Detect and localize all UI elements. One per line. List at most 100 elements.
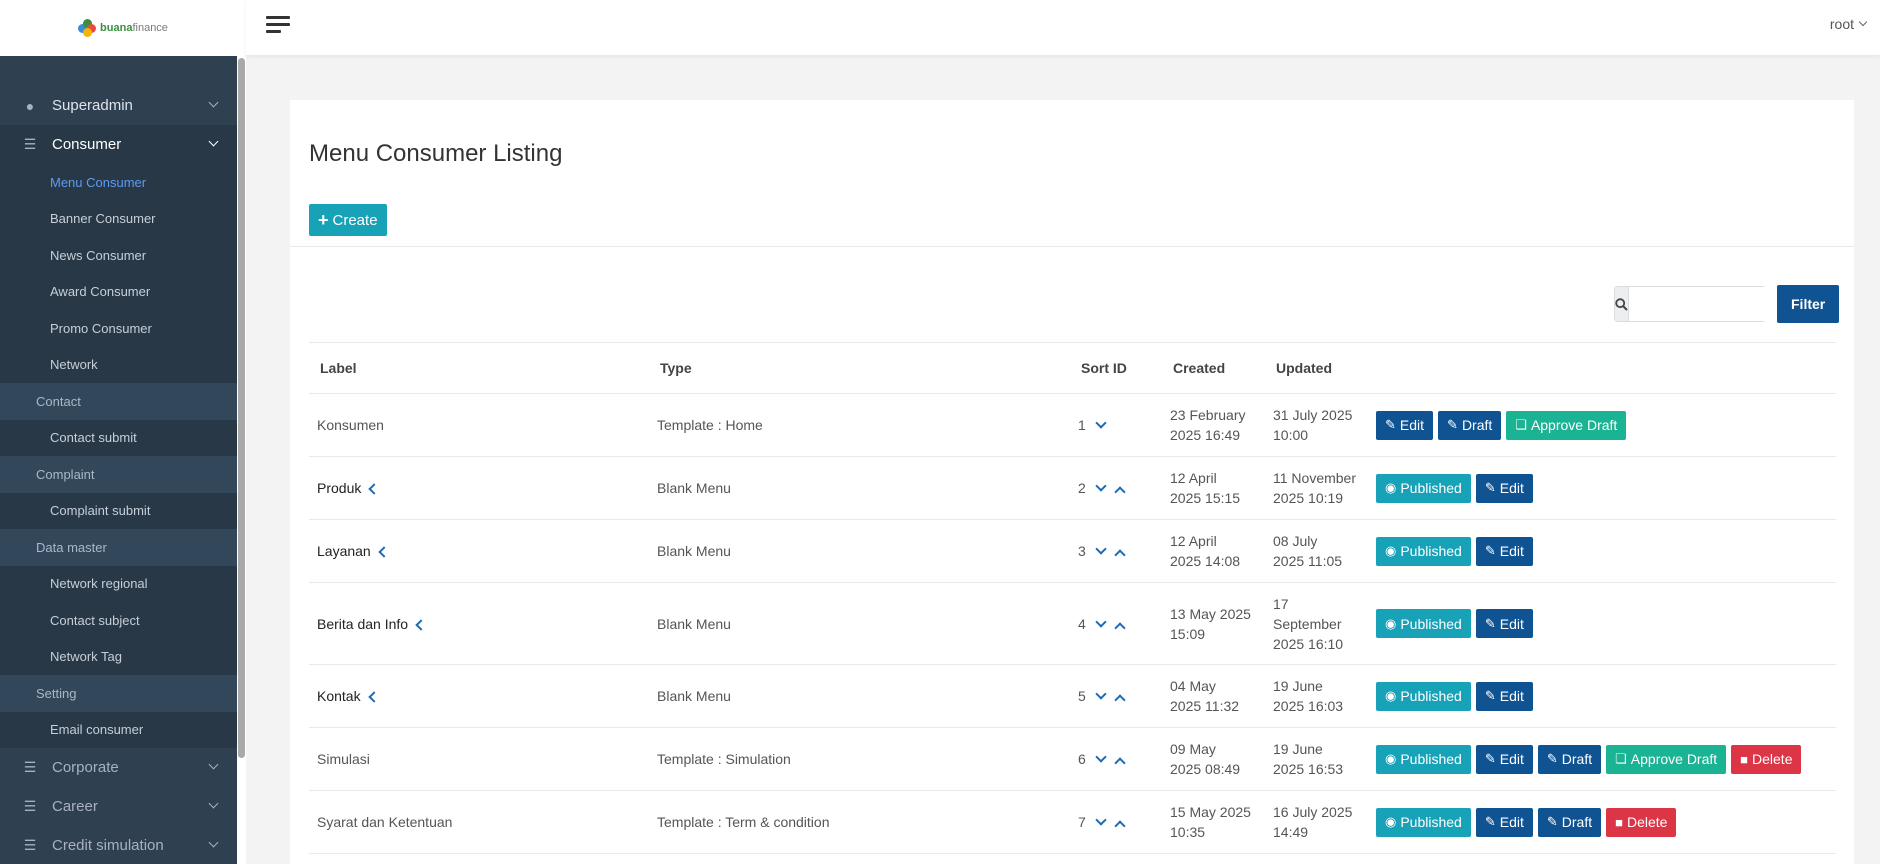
move-down-icon[interactable] bbox=[1095, 543, 1107, 555]
sidebar-item-contact-submit[interactable]: Contact submit bbox=[0, 419, 237, 456]
hamburger-menu-icon[interactable] bbox=[266, 16, 290, 34]
row-label: Berita dan Info bbox=[317, 615, 409, 632]
published-button[interactable]: ◉ Published bbox=[1376, 807, 1471, 837]
filter-button[interactable]: Filter bbox=[1777, 285, 1840, 323]
published-button[interactable]: ◉ Published bbox=[1376, 609, 1471, 638]
sidebar-item-network[interactable]: Network bbox=[0, 346, 237, 383]
sidebar-item-consumer[interactable]: ☰ Consumer bbox=[0, 125, 237, 164]
move-up-icon[interactable] bbox=[1114, 694, 1126, 706]
chevron-down-icon bbox=[208, 136, 219, 147]
sidebar-group-setting[interactable]: Setting bbox=[0, 675, 237, 712]
cell-updated: 19 June 2025 16:53 bbox=[1265, 727, 1368, 791]
cell-actions: ◉ Published ✎ Edit ✎ Draft ■ Delete bbox=[1368, 790, 1836, 854]
move-up-icon[interactable] bbox=[1114, 486, 1126, 498]
updated-time: 2025 10:19 bbox=[1273, 490, 1344, 506]
list-icon: ☰ bbox=[23, 759, 37, 775]
expand-chevron-icon[interactable] bbox=[378, 546, 390, 558]
sidebar-item-contact-subject[interactable]: Contact subject bbox=[0, 602, 237, 639]
user-menu[interactable]: root bbox=[1830, 16, 1868, 32]
edit-icon: ✎ bbox=[1484, 615, 1496, 631]
move-up-icon[interactable] bbox=[1114, 820, 1126, 832]
header-label[interactable]: Label bbox=[309, 342, 649, 394]
edit-button[interactable]: ✎ Edit bbox=[1475, 536, 1533, 566]
sidebar-item-credit-simulation[interactable]: ☰ Credit simulation bbox=[0, 826, 237, 864]
edit-button[interactable]: ✎ Edit bbox=[1475, 609, 1533, 638]
sidebar-item-network-regional[interactable]: Network regional bbox=[0, 565, 237, 602]
edit-button[interactable]: ✎ Edit bbox=[1376, 410, 1434, 440]
header-created[interactable]: Created bbox=[1162, 342, 1265, 394]
scrollbar-thumb[interactable] bbox=[238, 58, 245, 758]
content-card: Menu Consumer Listing + Create Filter La… bbox=[290, 100, 1854, 864]
sidebar-group-contact[interactable]: Contact bbox=[0, 383, 237, 420]
updated-date: 17 bbox=[1273, 595, 1289, 612]
sort-id: 4 bbox=[1078, 615, 1086, 632]
create-button[interactable]: + Create bbox=[309, 204, 387, 236]
draft-label: Draft bbox=[1561, 751, 1593, 767]
move-down-icon[interactable] bbox=[1095, 688, 1107, 700]
cell-created: 15 May 2025 10:35 bbox=[1162, 790, 1265, 854]
toggle-icon: ◉ bbox=[1385, 543, 1397, 558]
published-label: Published bbox=[1400, 615, 1462, 632]
expand-chevron-icon[interactable] bbox=[368, 483, 381, 495]
list-icon: ☰ bbox=[23, 798, 37, 814]
updated-date: 11 November bbox=[1273, 470, 1357, 486]
cell-sort: 3 bbox=[1070, 519, 1162, 583]
sidebar-scrollbar[interactable] bbox=[237, 56, 246, 864]
published-button[interactable]: ◉ Published bbox=[1376, 681, 1471, 711]
edit-button[interactable]: ✎ Edit bbox=[1475, 744, 1533, 774]
edit-button[interactable]: ✎ Edit bbox=[1475, 473, 1533, 503]
move-up-icon[interactable] bbox=[1114, 621, 1126, 634]
move-down-icon[interactable] bbox=[1095, 814, 1107, 826]
cell-sort: 2 bbox=[1070, 456, 1162, 520]
sidebar-item-menu-consumer[interactable]: Menu Consumer bbox=[0, 164, 237, 201]
move-up-icon[interactable] bbox=[1114, 549, 1126, 561]
created-date: 12 April bbox=[1170, 533, 1217, 549]
sidebar-item-label: Credit simulation bbox=[52, 837, 164, 854]
row-label: Kontak bbox=[317, 688, 361, 704]
move-down-icon[interactable] bbox=[1095, 417, 1107, 429]
published-button[interactable]: ◉ Published bbox=[1376, 473, 1471, 503]
sidebar-item-promo-consumer[interactable]: Promo Consumer bbox=[0, 310, 237, 347]
header-type[interactable]: Type bbox=[649, 342, 1070, 394]
table-row: Syarat dan Ketentuan Template : Term & c… bbox=[309, 790, 1836, 854]
published-button[interactable]: ◉ Published bbox=[1376, 744, 1471, 774]
delete-button[interactable]: ■ Delete bbox=[1731, 744, 1802, 774]
header-sort-id[interactable]: Sort ID bbox=[1070, 342, 1162, 394]
sidebar-item-career[interactable]: ☰ Career bbox=[0, 787, 237, 826]
sidebar-item-superadmin[interactable]: ● Superadmin bbox=[0, 86, 237, 125]
cell-sort: 1 bbox=[1070, 393, 1162, 457]
expand-chevron-icon[interactable] bbox=[415, 618, 427, 631]
expand-chevron-icon[interactable] bbox=[367, 691, 380, 703]
created-date: 13 May 2025 bbox=[1170, 605, 1251, 622]
sidebar-group-complaint[interactable]: Complaint bbox=[0, 456, 237, 493]
move-down-icon[interactable] bbox=[1095, 751, 1107, 763]
published-button[interactable]: ◉ Published bbox=[1376, 536, 1471, 566]
draft-button[interactable]: ✎ Draft bbox=[1438, 410, 1502, 440]
move-down-icon[interactable] bbox=[1095, 615, 1107, 628]
approve-draft-button[interactable]: ❏ Approve Draft bbox=[1506, 410, 1627, 440]
published-label: Published bbox=[1400, 814, 1462, 830]
edit-label: Edit bbox=[1499, 615, 1524, 632]
sidebar-item-news-consumer[interactable]: News Consumer bbox=[0, 237, 237, 274]
sidebar-item-award-consumer[interactable]: Award Consumer bbox=[0, 273, 237, 310]
approve-draft-button[interactable]: ❏ Approve Draft bbox=[1606, 744, 1727, 774]
move-down-icon[interactable] bbox=[1095, 480, 1107, 492]
sidebar-item-corporate[interactable]: ☰ Corporate bbox=[0, 748, 237, 787]
logo-area: buana finance bbox=[0, 0, 246, 56]
edit-icon: ✎ bbox=[1546, 814, 1558, 829]
draft-button[interactable]: ✎ Draft bbox=[1537, 744, 1602, 774]
sidebar-item-network-tag[interactable]: Network Tag bbox=[0, 638, 237, 675]
header-actions bbox=[1368, 342, 1836, 394]
cell-updated: 11 November 2025 10:19 bbox=[1265, 456, 1368, 520]
brand-logo[interactable]: buana finance bbox=[78, 19, 168, 37]
move-up-icon[interactable] bbox=[1114, 757, 1126, 769]
delete-button[interactable]: ■ Delete bbox=[1606, 807, 1677, 837]
sidebar-item-complaint-submit[interactable]: Complaint submit bbox=[0, 492, 237, 529]
sidebar-item-banner-consumer[interactable]: Banner Consumer bbox=[0, 200, 237, 237]
edit-button[interactable]: ✎ Edit bbox=[1475, 681, 1533, 711]
draft-button[interactable]: ✎ Draft bbox=[1537, 807, 1602, 837]
header-updated[interactable]: Updated bbox=[1265, 342, 1368, 394]
edit-button[interactable]: ✎ Edit bbox=[1475, 807, 1533, 837]
sidebar-group-data-master[interactable]: Data master bbox=[0, 529, 237, 566]
sidebar-item-email-consumer[interactable]: Email consumer bbox=[0, 711, 237, 748]
